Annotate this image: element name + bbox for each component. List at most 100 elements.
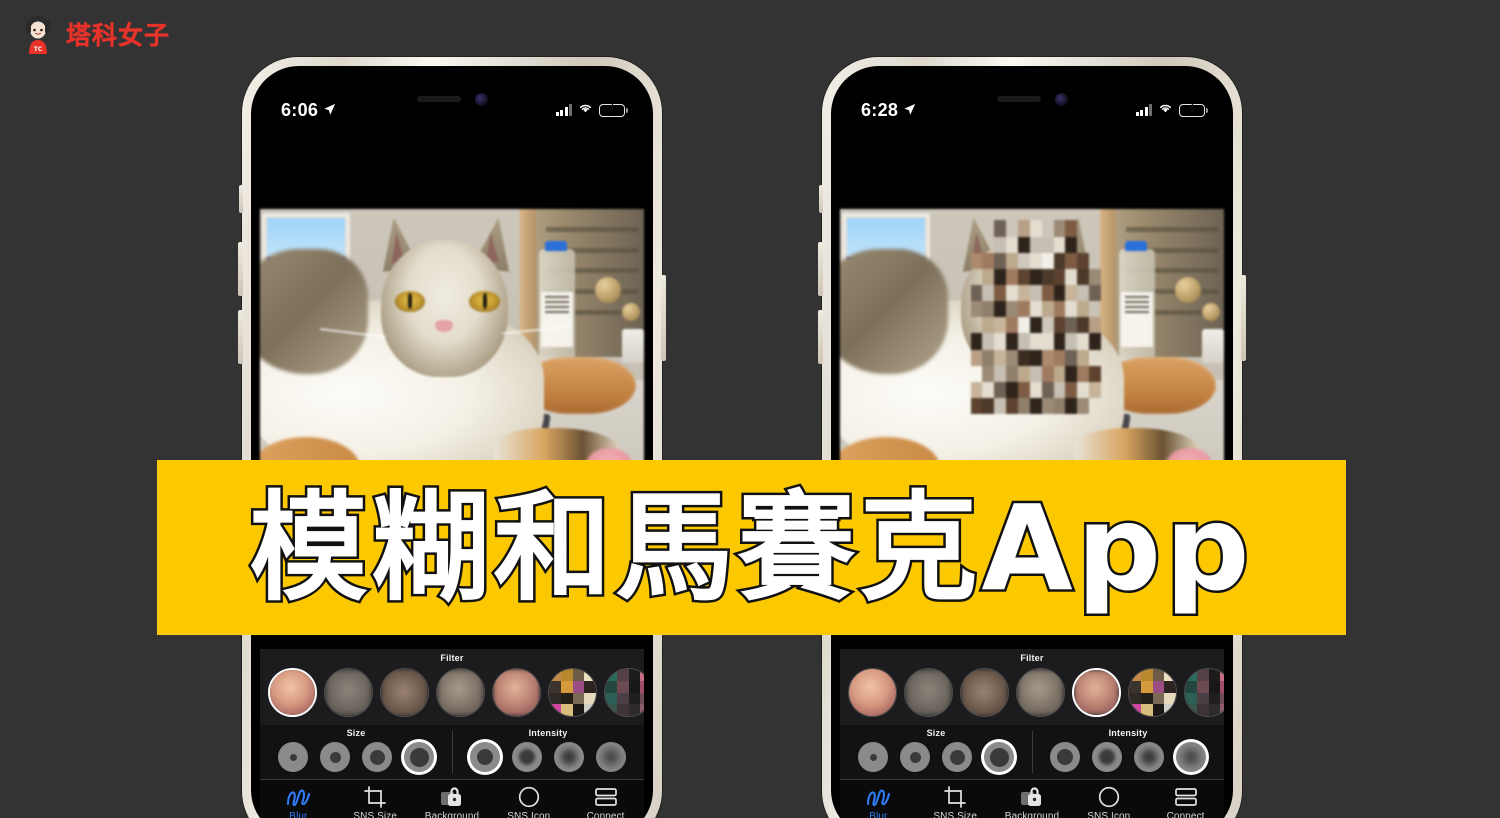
- size-option[interactable]: [858, 742, 888, 772]
- tab-label: Connect: [1166, 811, 1205, 818]
- size-option-row[interactable]: [260, 738, 452, 772]
- tab-label: Background: [1004, 811, 1060, 818]
- power-button[interactable]: [661, 275, 666, 361]
- size-option[interactable]: [362, 742, 392, 772]
- tab-background[interactable]: Background: [994, 786, 1071, 818]
- tab-connect[interactable]: Connect: [1147, 786, 1224, 818]
- tab-sns-icon[interactable]: SNS Icon: [490, 786, 567, 818]
- squiggle-icon: [865, 786, 891, 808]
- filter-thumbnail[interactable]: [1072, 668, 1121, 717]
- wifi-icon: [1158, 101, 1173, 119]
- intensity-label: Intensity: [1108, 728, 1148, 738]
- intensity-option[interactable]: [1176, 742, 1206, 772]
- tab-bar[interactable]: Blur SNS Size Background SNS Icon Connect: [260, 779, 644, 818]
- filter-thumbnail[interactable]: [604, 668, 644, 717]
- status-bar: 6:28: [831, 66, 1233, 130]
- tab-label: Blur: [869, 811, 888, 818]
- phone-screen: 6:06 Filter Size Intensity Blur SNS Size…: [251, 66, 653, 818]
- editor-panel-left: Filter Size Intensity Blur SNS Size Backgr…: [260, 649, 644, 818]
- size-option[interactable]: [900, 742, 930, 772]
- battery-charging-icon: [1179, 103, 1208, 117]
- phone-left: 6:06 Filter Size Intensity Blur SNS Size…: [238, 57, 666, 818]
- tab-label: SNS Icon: [1087, 811, 1131, 818]
- tab-label: SNS Icon: [507, 811, 551, 818]
- filter-thumbnail[interactable]: [268, 668, 317, 717]
- filter-label: Filter: [1020, 653, 1044, 663]
- size-section: Size: [840, 725, 1032, 779]
- intensity-label: Intensity: [528, 728, 568, 738]
- filter-thumbnail[interactable]: [1128, 668, 1177, 717]
- location-arrow-icon: [903, 100, 916, 121]
- logo-text: 塔科女子: [66, 21, 171, 50]
- mosaic-overlay: [970, 220, 1102, 415]
- tab-sns-size[interactable]: SNS Size: [917, 786, 994, 818]
- filter-thumbnail[interactable]: [848, 668, 897, 717]
- size-option[interactable]: [278, 742, 308, 772]
- filter-section: Filter: [260, 649, 644, 725]
- tab-sns-size[interactable]: SNS Size: [337, 786, 414, 818]
- filter-thumbnail[interactable]: [380, 668, 429, 717]
- tab-blur[interactable]: Blur: [260, 786, 337, 818]
- squiggle-icon: [285, 786, 311, 808]
- intensity-option[interactable]: [512, 742, 542, 772]
- tab-label: Background: [424, 811, 480, 818]
- size-option[interactable]: [404, 742, 434, 772]
- tab-sns-icon[interactable]: SNS Icon: [1070, 786, 1147, 818]
- filter-thumbnail[interactable]: [324, 668, 373, 717]
- editor-panel-right: Filter Size Intensity Blur SNS Size Backgr…: [840, 649, 1224, 818]
- tab-blur[interactable]: Blur: [840, 786, 917, 818]
- intensity-section: Intensity: [452, 725, 644, 779]
- size-section: Size: [260, 725, 452, 779]
- filter-thumbnail[interactable]: [960, 668, 1009, 717]
- size-option[interactable]: [984, 742, 1014, 772]
- volume-up-button[interactable]: [818, 242, 823, 296]
- mute-switch[interactable]: [239, 185, 243, 213]
- size-option[interactable]: [320, 742, 350, 772]
- tab-background[interactable]: Background: [414, 786, 491, 818]
- photo-preview-right[interactable]: [840, 209, 1224, 494]
- intensity-option[interactable]: [470, 742, 500, 772]
- intensity-option[interactable]: [1050, 742, 1080, 772]
- filter-thumbnail-row[interactable]: [840, 663, 1224, 719]
- battery-charging-icon: [599, 103, 628, 117]
- intensity-option[interactable]: [1092, 742, 1122, 772]
- filter-thumbnail[interactable]: [904, 668, 953, 717]
- location-arrow-icon: [323, 100, 336, 121]
- intensity-option-row[interactable]: [1032, 738, 1224, 772]
- tab-label: SNS Size: [353, 811, 397, 818]
- size-option-row[interactable]: [840, 738, 1032, 772]
- intensity-section: Intensity: [1032, 725, 1224, 779]
- cat-face-region: [320, 217, 572, 378]
- mute-switch[interactable]: [819, 185, 823, 213]
- circle-icon: [518, 786, 540, 808]
- intensity-option[interactable]: [1134, 742, 1164, 772]
- circle-icon: [1098, 786, 1120, 808]
- intensity-option-row[interactable]: [452, 738, 644, 772]
- filter-thumbnail[interactable]: [1016, 668, 1065, 717]
- stacked-bars-icon: [594, 786, 617, 808]
- tab-connect[interactable]: Connect: [567, 786, 644, 818]
- power-button[interactable]: [1241, 275, 1246, 361]
- status-time: 6:28: [861, 99, 899, 120]
- filter-label: Filter: [440, 653, 464, 663]
- volume-up-button[interactable]: [238, 242, 243, 296]
- site-logo: TC 塔科女子: [18, 14, 170, 54]
- tab-label: SNS Size: [933, 811, 977, 818]
- filter-thumbnail-row[interactable]: [260, 663, 644, 719]
- girl-avatar-icon: TC: [18, 14, 58, 54]
- volume-down-button[interactable]: [818, 310, 823, 364]
- filter-thumbnail[interactable]: [1184, 668, 1224, 717]
- photo-preview-left[interactable]: [260, 209, 644, 494]
- filter-thumbnail[interactable]: [436, 668, 485, 717]
- phone-screen: 6:28 Filter Size Intensity Blur SNS Size…: [831, 66, 1233, 818]
- filter-thumbnail[interactable]: [492, 668, 541, 717]
- intensity-option[interactable]: [596, 742, 626, 772]
- intensity-option[interactable]: [554, 742, 584, 772]
- filter-thumbnail[interactable]: [548, 668, 597, 717]
- volume-down-button[interactable]: [238, 310, 243, 364]
- page-title: 模糊和馬賽克App: [247, 478, 1254, 617]
- size-option[interactable]: [942, 742, 972, 772]
- tab-bar[interactable]: Blur SNS Size Background SNS Icon Connect: [840, 779, 1224, 818]
- lock-icon: [440, 786, 464, 808]
- stacked-bars-icon: [1174, 786, 1197, 808]
